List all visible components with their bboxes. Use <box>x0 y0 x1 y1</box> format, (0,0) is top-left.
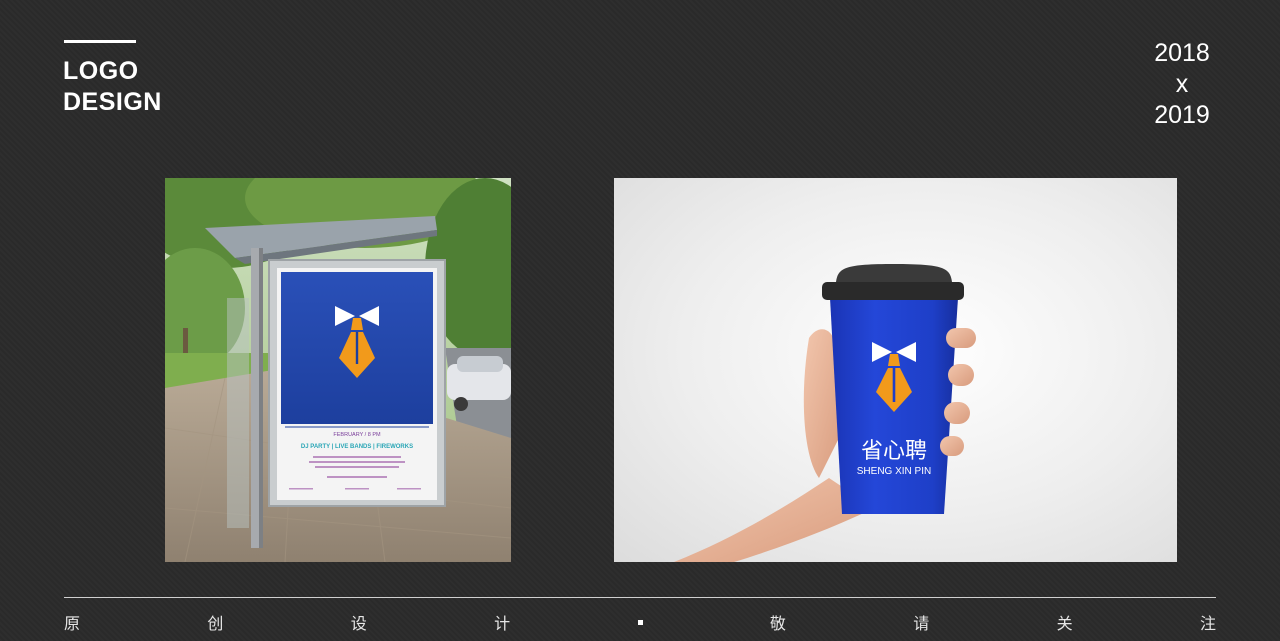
year-separator: x <box>1175 70 1189 98</box>
footer-rule <box>64 597 1216 598</box>
cup-brand-en: SHENG XIN PIN <box>857 466 931 477</box>
year-range: 2018 x 2019 <box>1147 38 1217 131</box>
footer-char-7: 关 <box>1056 614 1073 633</box>
title-line-1: LOGO <box>63 57 139 85</box>
title-line-2: DESIGN <box>63 88 162 116</box>
footer-char-1: 原 <box>64 614 81 633</box>
header-rule <box>64 40 136 43</box>
poster-date: FEBRUARY / 8 PM <box>333 432 381 438</box>
cup-brand-cn: 省心聘 <box>861 438 927 463</box>
cup-lid <box>822 282 964 300</box>
year-end: 2019 <box>1154 101 1210 129</box>
bus-stop-scene: FEBRUARY / 8 PM DJ PARTY | LIVE BANDS | … <box>165 178 511 562</box>
footer-char-4: 计 <box>494 614 511 633</box>
cup-mockup: 省心聘 SHENG XIN PIN <box>614 178 1177 562</box>
bus-stop-mockup: FEBRUARY / 8 PM DJ PARTY | LIVE BANDS | … <box>165 178 511 562</box>
footer-char-8: 注 <box>1199 614 1216 633</box>
cup-scene: 省心聘 SHENG XIN PIN <box>674 264 976 562</box>
footer-slogan: 原 创 设 计 敬 请 关 注 <box>64 610 1216 634</box>
footer-char-2: 创 <box>207 614 224 633</box>
page-title: LOGO DESIGN <box>63 56 162 118</box>
footer-char-3: 设 <box>350 614 367 633</box>
year-start: 2018 <box>1154 39 1210 67</box>
footer-char-5: 敬 <box>769 614 786 633</box>
footer-char-6: 请 <box>913 614 930 633</box>
footer-dot-separator <box>637 619 643 625</box>
poster-headline: DJ PARTY | LIVE BANDS | FIREWORKS <box>301 444 413 450</box>
